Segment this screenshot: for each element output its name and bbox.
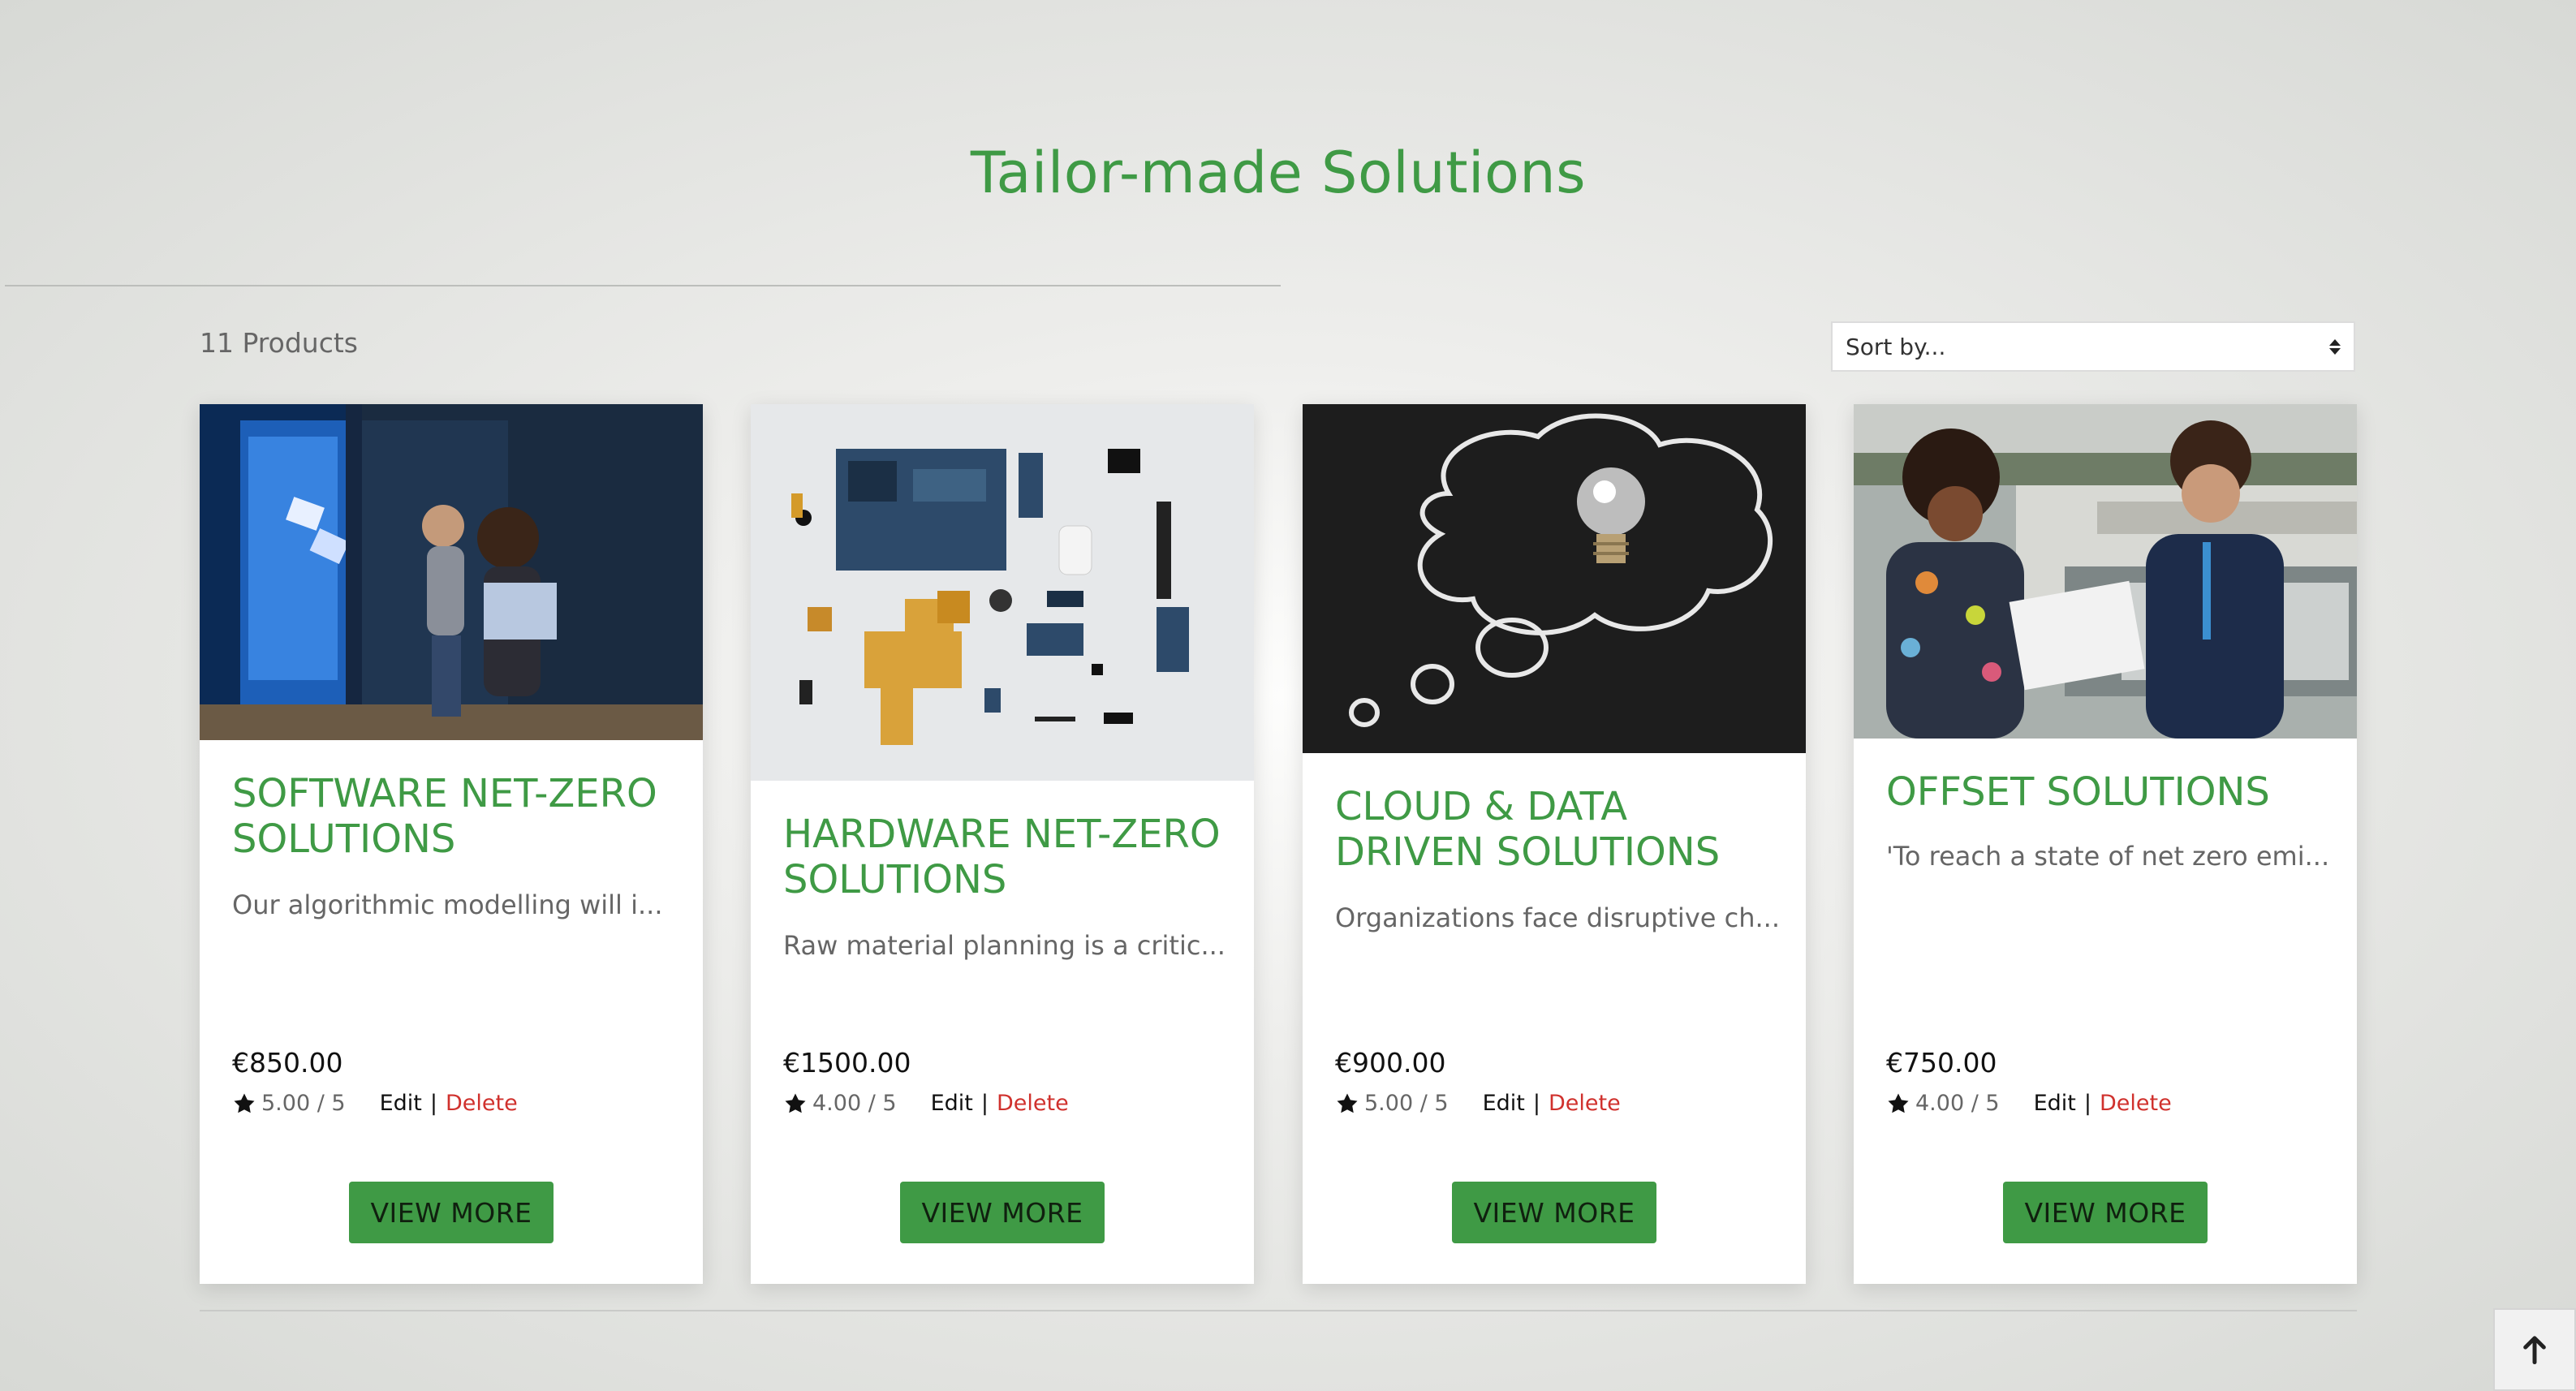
arrow-up-icon [2523,1336,2546,1365]
page-title: Tailor-made Solutions [970,140,1587,206]
product-meta: 4.00 / 5 Edit | Delete [783,1091,1069,1116]
product-title[interactable]: OFFSET SOLUTIONS [1886,769,2333,815]
product-image[interactable] [751,404,1254,781]
product-image[interactable] [1854,404,2357,739]
product-description: Organizations face disruptive ch... [1335,902,1780,933]
product-title[interactable]: CLOUD & DATA DRIVEN SOLUTIONS [1335,784,1781,875]
view-more-button[interactable]: VIEW MORE [2003,1182,2208,1243]
product-card: CLOUD & DATA DRIVEN SOLUTIONS Organizati… [1303,404,1806,1284]
product-rating: 4.00 / 5 [1915,1091,2000,1116]
product-description: Raw material planning is a critic... [783,930,1226,961]
product-title[interactable]: SOFTWARE NET-ZERO SOLUTIONS [232,771,678,862]
edit-link[interactable]: Edit [380,1091,422,1116]
product-meta: 5.00 / 5 Edit | Delete [1335,1091,1621,1116]
view-more-button[interactable]: VIEW MORE [349,1182,554,1243]
scroll-to-top-button[interactable] [2493,1308,2576,1391]
delete-link[interactable]: Delete [2100,1091,2172,1116]
edit-link[interactable]: Edit [2034,1091,2076,1116]
product-card: OFFSET SOLUTIONS 'To reach a state of ne… [1854,404,2357,1284]
sort-select[interactable]: Sort by... [1831,321,2355,372]
product-title[interactable]: HARDWARE NET-ZERO SOLUTIONS [783,812,1230,902]
product-rating: 5.00 / 5 [261,1091,346,1116]
product-card: SOFTWARE NET-ZERO SOLUTIONS Our algorith… [200,404,703,1284]
delete-link[interactable]: Delete [1549,1091,1621,1116]
product-price: €1500.00 [783,1047,911,1079]
edit-link[interactable]: Edit [1483,1091,1525,1116]
product-rating: 4.00 / 5 [812,1091,897,1116]
delete-link[interactable]: Delete [446,1091,518,1116]
star-icon [1337,1093,1358,1113]
star-icon [1888,1093,1909,1113]
view-more-button[interactable]: VIEW MORE [900,1182,1105,1243]
view-more-button[interactable]: VIEW MORE [1452,1182,1656,1243]
star-icon [785,1093,806,1113]
delete-link[interactable]: Delete [997,1091,1069,1116]
link-separator: | [1532,1091,1540,1116]
product-image[interactable] [200,404,703,740]
product-description: 'To reach a state of net zero emi... [1886,841,2330,872]
star-icon [234,1093,255,1113]
link-separator: | [429,1091,437,1116]
product-card: HARDWARE NET-ZERO SOLUTIONS Raw material… [751,404,1254,1284]
product-count: 11 Products [200,327,358,359]
sort-arrows-icon [2329,338,2341,355]
bottom-divider [200,1310,2357,1311]
link-separator: | [980,1091,989,1116]
product-description: Our algorithmic modelling will i... [232,889,663,920]
product-meta: 4.00 / 5 Edit | Delete [1886,1091,2172,1116]
product-meta: 5.00 / 5 Edit | Delete [232,1091,518,1116]
product-rating: 5.00 / 5 [1364,1091,1449,1116]
edit-link[interactable]: Edit [931,1091,973,1116]
product-image[interactable] [1303,404,1806,753]
link-separator: | [2083,1091,2091,1116]
product-price: €900.00 [1335,1047,1446,1079]
title-divider [5,285,1281,286]
sort-select-label: Sort by... [1846,333,1946,360]
product-price: €850.00 [232,1047,343,1079]
product-price: €750.00 [1886,1047,1997,1079]
